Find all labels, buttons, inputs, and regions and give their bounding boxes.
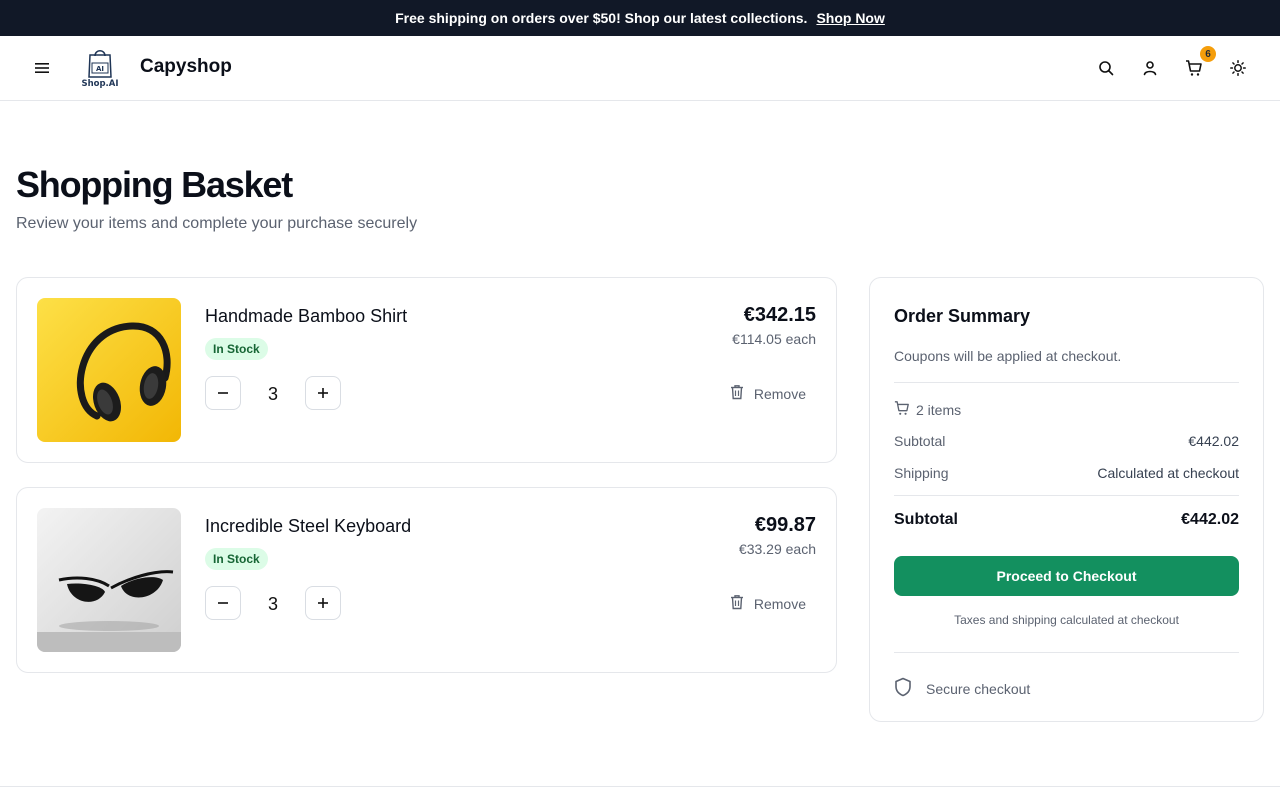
search-icon[interactable] <box>1094 56 1118 80</box>
stock-badge: In Stock <box>205 548 268 570</box>
shipping-row: Shipping Calculated at checkout <box>894 465 1239 481</box>
subtotal-label: Subtotal <box>894 433 946 449</box>
shipping-label: Shipping <box>894 465 949 481</box>
item-unit-price: €33.29 each <box>738 541 816 557</box>
cart-count-badge: 6 <box>1200 46 1216 62</box>
tax-note: Taxes and shipping calculated at checkou… <box>954 613 1179 627</box>
user-icon[interactable] <box>1138 56 1162 80</box>
order-summary: Order Summary Coupons will be applied at… <box>869 277 1264 722</box>
svg-text:AI: AI <box>96 65 104 73</box>
item-total-price: €99.87 <box>754 514 816 536</box>
remove-button[interactable]: Remove <box>730 384 806 403</box>
shop-logo[interactable]: AI Shop.AI <box>80 47 120 89</box>
trash-icon <box>730 594 744 613</box>
remove-label: Remove <box>753 385 806 402</box>
coupon-note: Coupons will be applied at checkout. <box>894 348 1122 364</box>
total-value: €442.02 <box>1181 511 1239 528</box>
remove-label: Remove <box>753 595 806 612</box>
item-name[interactable]: Incredible Steel Keyboard <box>205 516 411 537</box>
promo-text: Free shipping on orders over $50! Shop o… <box>395 10 808 26</box>
stock-badge: In Stock <box>205 338 268 360</box>
proceed-to-checkout-button[interactable]: Proceed to Checkout <box>894 556 1239 596</box>
secure-checkout: Secure checkout <box>894 677 1030 700</box>
brand-name[interactable]: Capyshop <box>140 56 232 78</box>
product-image-headphones[interactable] <box>37 298 181 442</box>
shipping-value: Calculated at checkout <box>1097 465 1239 481</box>
sun-icon[interactable] <box>1226 56 1250 80</box>
summary-title: Order Summary <box>894 306 1031 326</box>
cart-icon <box>894 400 910 419</box>
remove-button[interactable]: Remove <box>730 594 806 613</box>
quantity-value: 3 <box>267 384 278 404</box>
divider <box>894 495 1239 496</box>
secure-checkout-label: Secure checkout <box>926 680 1031 697</box>
product-image-sunglasses[interactable] <box>37 508 181 652</box>
basket-item: Handmade Bamboo Shirt In Stock 3 €342.15… <box>16 277 837 463</box>
decrease-quantity-button[interactable] <box>205 586 241 620</box>
total-label: Subtotal <box>894 511 958 528</box>
item-unit-price: €114.05 each <box>732 331 816 347</box>
page-subtitle: Review your items and complete your purc… <box>16 215 418 232</box>
subtotal-value: €442.02 <box>1188 433 1239 449</box>
shop-now-link[interactable]: Shop Now <box>816 10 884 26</box>
increase-quantity-button[interactable] <box>305 376 341 410</box>
quantity-value: 3 <box>267 594 278 614</box>
items-count: 2 items <box>894 400 961 419</box>
items-count-label: 2 items <box>916 401 962 418</box>
trash-icon <box>730 384 744 403</box>
decrease-quantity-button[interactable] <box>205 376 241 410</box>
divider <box>894 652 1239 653</box>
menu-icon[interactable] <box>28 56 56 80</box>
promo-bar: Free shipping on orders over $50! Shop o… <box>0 0 1280 36</box>
site-header: AI Shop.AI Capyshop 6 <box>0 36 1280 101</box>
increase-quantity-button[interactable] <box>305 586 341 620</box>
basket-item: Incredible Steel Keyboard In Stock 3 €99… <box>16 487 837 673</box>
svg-text:Shop.AI: Shop.AI <box>81 79 118 89</box>
total-row: Subtotal €442.02 <box>894 511 1239 529</box>
item-total-price: €342.15 <box>743 304 816 326</box>
page-title: Shopping Basket <box>16 164 293 205</box>
shield-icon <box>894 677 912 700</box>
footer-divider <box>0 786 1280 787</box>
divider <box>894 382 1239 383</box>
item-name[interactable]: Handmade Bamboo Shirt <box>205 306 407 327</box>
subtotal-row: Subtotal €442.02 <box>894 433 1239 449</box>
